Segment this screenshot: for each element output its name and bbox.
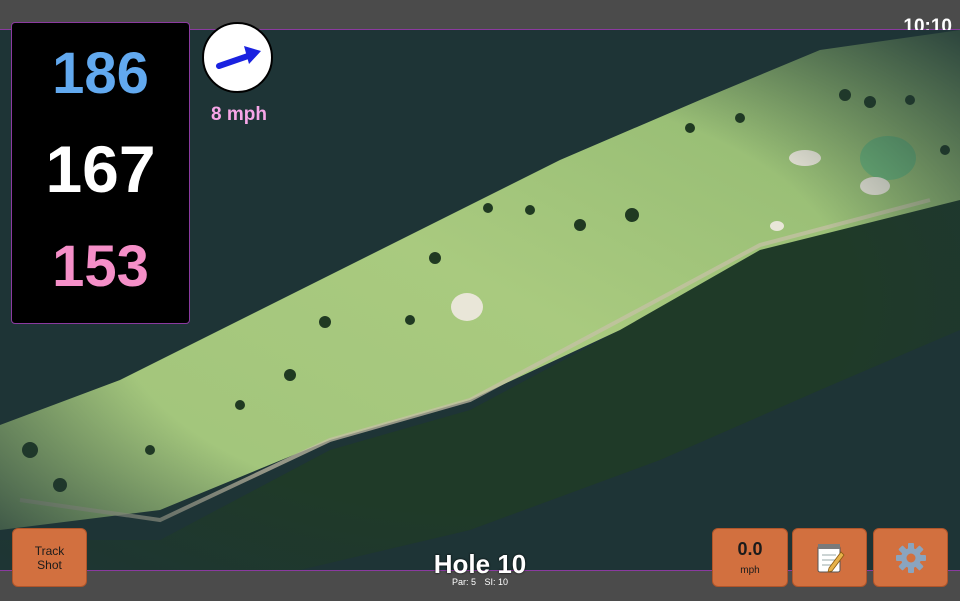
- scorecard-button[interactable]: [792, 528, 867, 587]
- wind-indicator: [202, 22, 273, 93]
- hole-title: Hole 10: [433, 549, 527, 579]
- stroke-index-label: SI: 10: [484, 577, 509, 587]
- back-distance: 186: [52, 41, 149, 106]
- notepad-icon: [817, 543, 845, 573]
- track-shot-label: Track Shot: [34, 543, 65, 572]
- speed-value: 0.0: [737, 539, 763, 559]
- wind-speed: 8 mph: [211, 104, 267, 125]
- arrow-icon: [216, 46, 261, 69]
- settings-button[interactable]: [873, 528, 948, 587]
- center-distance: 167: [45, 132, 156, 206]
- front-distance: 153: [52, 234, 149, 299]
- gear-icon: [895, 542, 926, 573]
- distance-panel: 186 167 153: [11, 22, 190, 324]
- par-label: Par: 5: [451, 577, 476, 587]
- speed-unit: mph: [740, 565, 760, 576]
- hole-info: Par: 5 SI: 10: [330, 577, 630, 587]
- track-shot-button[interactable]: Track Shot: [12, 528, 87, 587]
- swing-speed-button[interactable]: 0.0 mph: [712, 528, 788, 587]
